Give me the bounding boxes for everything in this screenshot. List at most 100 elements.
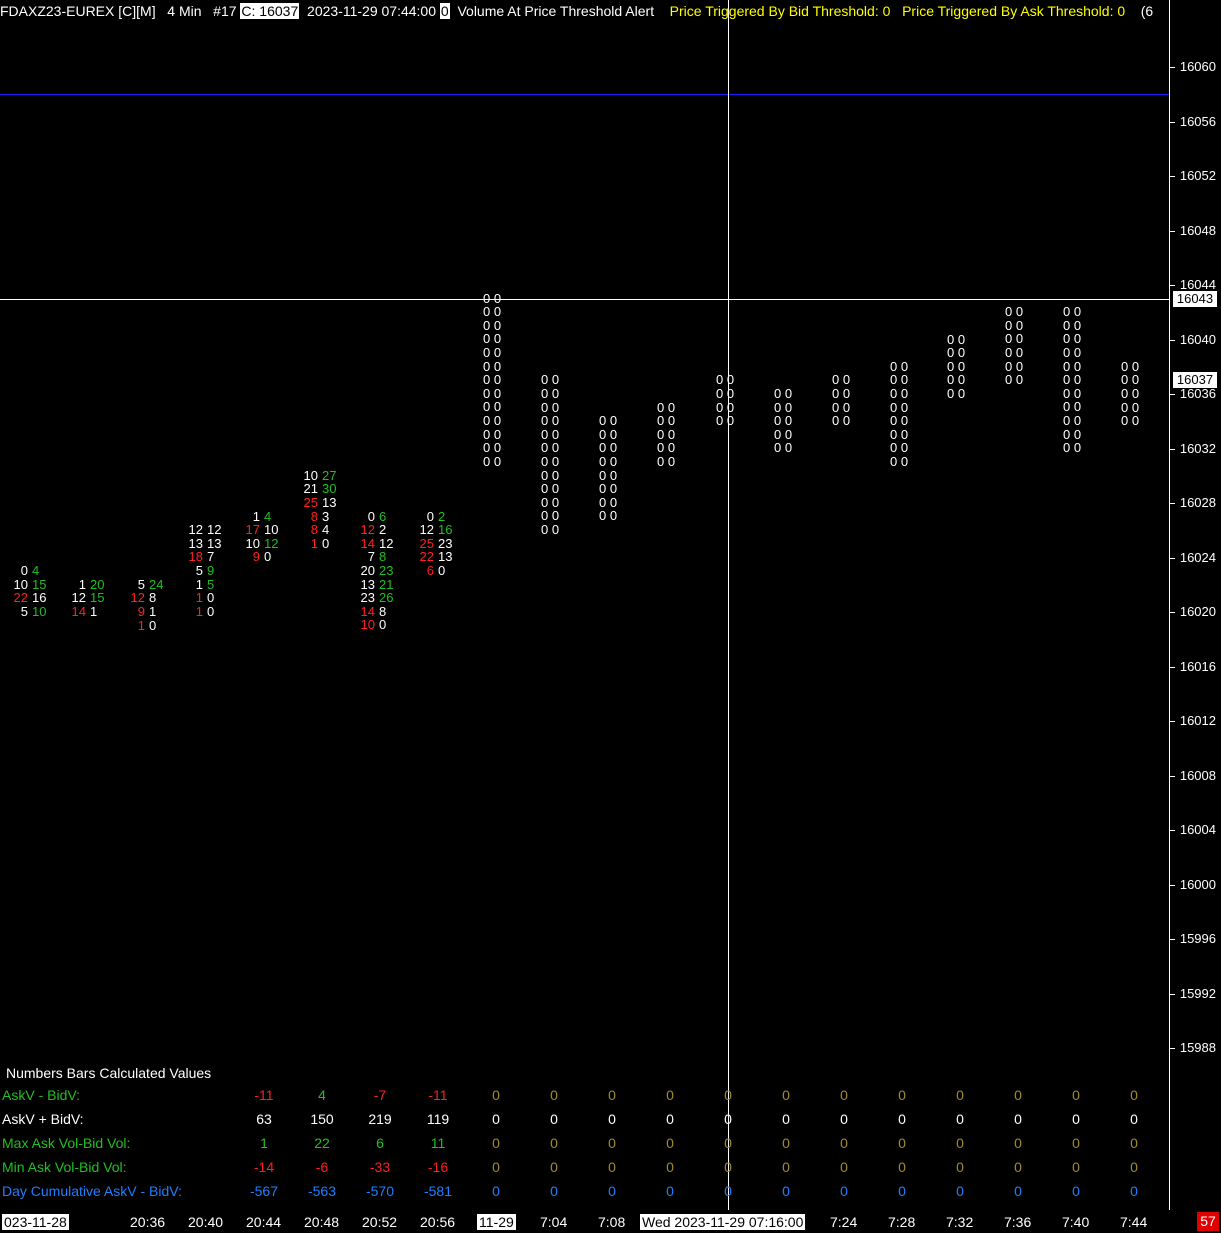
bid-volume-cell: 10 <box>360 617 375 633</box>
price-tick: 16060 <box>1179 59 1216 74</box>
crosshair-horizontal <box>0 299 1169 300</box>
study-value: -567 <box>249 1183 279 1199</box>
zero-volume-cell: 0 0 <box>890 399 909 415</box>
zero-volume-cell: 0 0 <box>716 413 735 429</box>
zero-volume-cell: 0 0 <box>716 385 735 401</box>
bid-volume-cell: 10 <box>245 535 260 551</box>
zero-volume-cell: 0 0 <box>1063 399 1082 415</box>
zero-volume-cell: 0 0 <box>1121 358 1140 374</box>
price-tick: 16000 <box>1179 876 1216 892</box>
ask-volume-cell: 10 <box>264 522 279 538</box>
bid-volume-cell: 18 <box>188 549 203 565</box>
bid-volume-cell: 12 <box>419 522 434 538</box>
price-tick: 16028 <box>1179 495 1216 510</box>
time-label: 20:44 <box>246 1214 282 1230</box>
zero-volume-cell: 0 0 <box>483 426 502 442</box>
zero-volume-cell: 0 0 <box>774 386 793 401</box>
study-value: -33 <box>369 1159 391 1175</box>
bid-volume-cell: 14 <box>360 603 375 619</box>
zero-volume-cell: 0 0 <box>541 440 560 456</box>
ask-volume-cell: 27 <box>322 467 337 483</box>
ask-volume-cell: 26 <box>379 590 394 606</box>
zero-volume-cell: 0 0 <box>483 290 502 306</box>
bid-volume-cell: 9 <box>137 603 145 619</box>
time-label: 7:36 <box>1004 1214 1032 1230</box>
ask-volume-cell: 13 <box>438 549 453 565</box>
zero-volume-cell: 0 0 <box>541 467 560 483</box>
study-value: 0 <box>1072 1087 1080 1103</box>
ask-volume-cell: 13 <box>207 535 222 551</box>
study-value: 0 <box>492 1183 500 1199</box>
blue-horizontal-line[interactable] <box>0 94 1169 95</box>
price-tick-mark <box>1170 285 1175 286</box>
zero-volume-cell: 0 0 <box>483 304 502 320</box>
study-value: 0 <box>492 1159 500 1175</box>
zero-volume-cell: 0 0 <box>890 440 909 456</box>
bid-volume-cell: 1 <box>137 617 145 633</box>
study-value: 0 <box>666 1159 674 1175</box>
price-tick: 16056 <box>1179 113 1216 129</box>
zero-volume-cell: 0 0 <box>599 454 618 470</box>
zero-volume-cell: 0 0 <box>599 481 618 497</box>
ask-volume-cell: 0 <box>149 617 157 633</box>
zero-volume-cell: 0 0 <box>947 331 966 347</box>
study-value: 0 <box>724 1159 732 1175</box>
price-tick: 16048 <box>1179 222 1216 238</box>
zero-volume-cell: 0 0 <box>1063 358 1082 374</box>
zero-volume-cell: 0 0 <box>1121 413 1140 429</box>
zero-volume-cell: 0 0 <box>1063 345 1082 361</box>
ask-volume-cell: 8 <box>379 549 387 565</box>
study-value: 0 <box>782 1087 790 1103</box>
interval-label: 4 Min <box>167 3 202 19</box>
study-value: 0 <box>956 1159 964 1175</box>
bid-volume-cell: 22 <box>419 549 434 565</box>
ask-volume-cell: 0 <box>438 563 446 579</box>
zero-volume-cell: 0 0 <box>483 385 502 401</box>
zero-volume-cell: 0 0 <box>541 372 560 388</box>
ask-volume-cell: 12 <box>379 535 394 551</box>
zero-volume-cell: 0 0 <box>832 372 851 388</box>
study-value: 11 <box>430 1135 446 1151</box>
ask-volume-cell: 0 <box>207 590 215 606</box>
study-value: 0 <box>550 1087 558 1103</box>
study-value: -16 <box>427 1159 449 1175</box>
study-value: 0 <box>666 1135 674 1151</box>
price-tick: 16052 <box>1179 168 1216 183</box>
chart-area[interactable]: 0 4 10 15 22 16 5 10 1 20 12 15 14 1 5 24 12 8 9 1 1 0 12 12 13 1… <box>0 0 1169 1210</box>
ask-volume-cell: 4 <box>32 563 40 579</box>
ask-volume-cell: 7 <box>207 549 215 565</box>
study-value: 119 <box>426 1111 450 1127</box>
study-value: 0 <box>666 1087 674 1103</box>
zero-volume-cell: 0 0 <box>657 413 676 429</box>
study-value: 150 <box>310 1111 334 1127</box>
zero-volume-cell: 0 0 <box>890 426 909 442</box>
study-value: 0 <box>608 1111 616 1127</box>
ask-volume-cell: 1 <box>149 603 157 619</box>
price-scale[interactable]: 16060 16056 16052 16048 16044 16040 16036 16032… <box>1169 0 1221 1210</box>
ask-volume-cell: 16 <box>438 522 453 538</box>
ask-volume-cell: 10 <box>32 603 47 619</box>
price-tick: 15992 <box>1179 985 1216 1001</box>
zero-volume-cell: 0 0 <box>832 413 851 429</box>
zero-volume-cell: 0 0 <box>832 385 851 401</box>
zero-volume-cell: 0 0 <box>947 345 966 361</box>
zero-volume-cell: 0 0 <box>1005 317 1024 333</box>
ask-volume-cell: 13 <box>322 494 337 510</box>
price-tick-mark <box>1170 830 1175 831</box>
zero-volume-cell: 0 0 <box>599 494 618 510</box>
bid-volume-cell: 6 <box>426 563 434 579</box>
ask-volume-cell: 9 <box>207 563 215 579</box>
close-price: C: 16037 <box>240 3 300 19</box>
price-tick-mark <box>1170 1048 1175 1049</box>
study-value: -11 <box>428 1087 448 1103</box>
zero-volume-cell: 0 0 <box>1063 372 1082 388</box>
zero-volume-cell: 0 0 <box>716 372 735 388</box>
price-tick-mark <box>1170 121 1175 123</box>
time-label: 7:32 <box>946 1214 974 1230</box>
study-value: 0 <box>956 1183 964 1199</box>
price-tick-mark <box>1170 666 1175 668</box>
study-value: 0 <box>666 1183 674 1199</box>
study-value: 0 <box>724 1087 732 1103</box>
bid-volume-cell: 25 <box>419 535 434 551</box>
zero-volume-cell: 0 0 <box>1005 345 1024 361</box>
